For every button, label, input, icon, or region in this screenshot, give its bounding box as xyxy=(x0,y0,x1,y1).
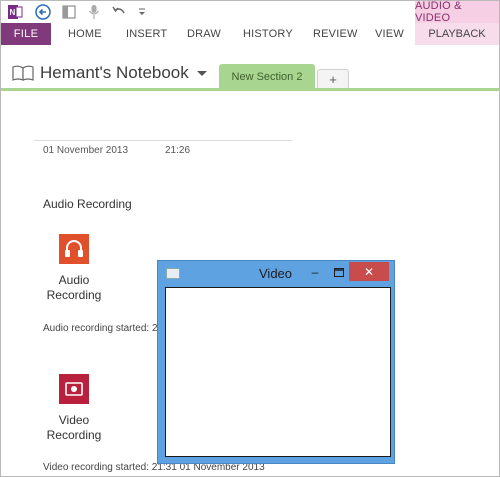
tab-insert[interactable]: INSERT xyxy=(126,23,167,45)
notebook-title[interactable]: Hemant's Notebook xyxy=(40,63,189,83)
undo-icon[interactable] xyxy=(111,4,127,20)
maximize-button[interactable] xyxy=(332,265,346,279)
customize-icon[interactable] xyxy=(137,7,147,17)
audio-recording-label[interactable]: Audio Recording xyxy=(34,273,114,303)
window-icon[interactable] xyxy=(166,268,180,279)
video-label-line2: Recording xyxy=(46,428,102,442)
page-title-divider xyxy=(34,140,292,141)
close-button[interactable]: ✕ xyxy=(349,262,389,281)
svg-text:N: N xyxy=(10,8,16,17)
headphones-icon[interactable] xyxy=(59,234,89,264)
tab-home[interactable]: HOME xyxy=(68,23,102,45)
audio-recording-note[interactable]: Audio recording started: 2 xyxy=(43,323,158,334)
add-section-button[interactable]: + xyxy=(317,69,349,89)
tab-review[interactable]: REVIEW xyxy=(313,23,358,45)
video-recording-label[interactable]: Video Recording xyxy=(34,413,114,443)
tab-history[interactable]: HISTORY xyxy=(243,23,293,45)
back-icon[interactable] xyxy=(35,4,51,20)
onenote-window: N AUDIO & VIDEO PLAYBACK FILE HOME INSER… xyxy=(0,0,500,477)
audio-label-line1: Audio xyxy=(58,273,90,287)
page-date: 01 November 2013 xyxy=(43,145,129,156)
video-window-titlebar[interactable]: Video – ✕ xyxy=(158,261,394,285)
section-tab-new-section-2[interactable]: New Section 2 xyxy=(219,64,315,89)
tab-draw[interactable]: DRAW xyxy=(187,23,221,45)
tab-playback[interactable]: PLAYBACK xyxy=(415,23,499,45)
video-playback-area[interactable] xyxy=(165,287,391,457)
page-time: 21:26 xyxy=(165,145,191,156)
quick-access-toolbar: N xyxy=(1,1,415,23)
video-window-title: Video xyxy=(259,266,293,281)
chevron-down-icon[interactable] xyxy=(197,71,207,76)
dock-icon[interactable] xyxy=(61,4,77,20)
minimize-button[interactable]: – xyxy=(308,265,322,279)
video-camera-icon[interactable] xyxy=(59,374,89,404)
video-label-line1: Video xyxy=(58,413,90,427)
page-heading[interactable]: Audio Recording xyxy=(43,197,132,211)
notebook-icon[interactable] xyxy=(12,65,34,86)
tab-view[interactable]: VIEW xyxy=(375,23,404,45)
contextual-group-header: AUDIO & VIDEO xyxy=(415,1,499,24)
section-accent-line xyxy=(1,88,499,91)
onenote-logo-icon[interactable]: N xyxy=(7,4,23,20)
audio-label-line2: Recording xyxy=(46,288,102,302)
microphone-icon[interactable] xyxy=(87,4,101,20)
tab-file[interactable]: FILE xyxy=(1,23,51,45)
video-window[interactable]: Video – ✕ xyxy=(157,260,395,464)
